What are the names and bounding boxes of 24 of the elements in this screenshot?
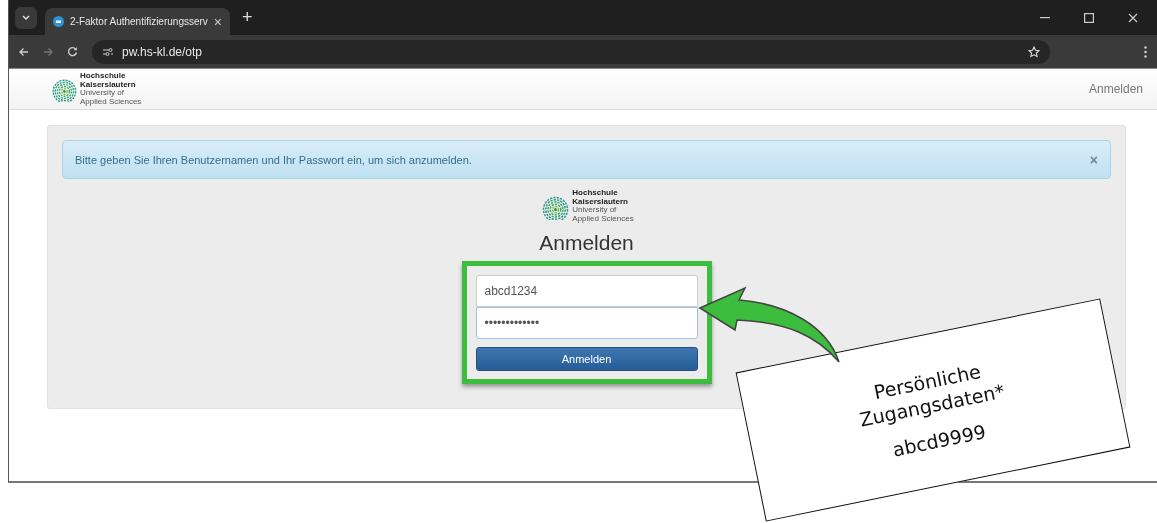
favicon-icon bbox=[53, 16, 64, 27]
address-bar[interactable]: pw.hs-kl.de/otp bbox=[92, 39, 1050, 64]
star-icon[interactable] bbox=[1028, 45, 1040, 58]
login-button[interactable]: Anmelden bbox=[475, 347, 698, 371]
logo-text: Hochschule Kaiserslautern University of Applied Sciences bbox=[572, 189, 634, 223]
tab-menu-button[interactable] bbox=[15, 6, 37, 29]
logo-text: Hochschule Kaiserslautern University of Applied Sciences bbox=[80, 72, 142, 106]
alert-message: Bitte geben Sie Ihren Benutzernamen und Ihr Passwort ein, um sich anzumelden. bbox=[75, 153, 473, 166]
login-title: Anmelden bbox=[539, 231, 634, 255]
chevron-down-icon bbox=[22, 14, 30, 21]
maximize-icon[interactable] bbox=[1084, 12, 1094, 23]
close-tab-button[interactable]: × bbox=[213, 13, 223, 30]
forward-icon[interactable] bbox=[43, 46, 53, 57]
new-tab-button[interactable]: + bbox=[242, 7, 253, 28]
browser-tab[interactable]: 2-Faktor Authentifizierungsserv × bbox=[45, 8, 231, 35]
close-icon[interactable] bbox=[1128, 12, 1138, 23]
username-field[interactable]: abcd1234 bbox=[475, 275, 698, 307]
site-settings-icon[interactable] bbox=[102, 46, 114, 57]
password-field[interactable]: ••••••••••••• bbox=[475, 307, 698, 339]
back-icon[interactable] bbox=[19, 46, 29, 57]
sign-in-link[interactable]: Anmelden bbox=[1088, 82, 1143, 96]
minimize-icon[interactable] bbox=[1040, 16, 1050, 19]
more-menu-icon[interactable] bbox=[1144, 45, 1147, 58]
reload-icon[interactable] bbox=[67, 46, 78, 57]
